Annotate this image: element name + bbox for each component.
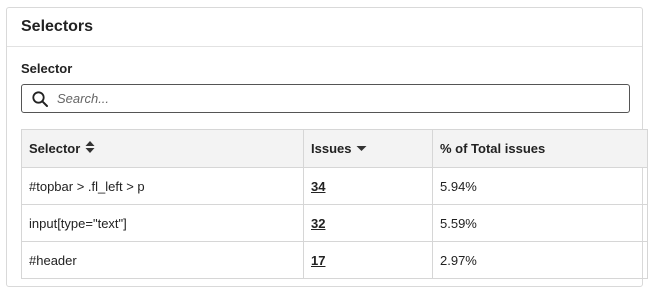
selector-filter-label: Selector bbox=[21, 61, 73, 76]
selectors-panel: Selectors Selector Selector bbox=[6, 7, 648, 287]
issues-link[interactable]: 17 bbox=[311, 253, 325, 268]
selectors-table: Selector Issues % of Total issues #topba… bbox=[21, 129, 648, 279]
percent-cell: 2.97% bbox=[432, 241, 648, 279]
percent-cell: 5.94% bbox=[432, 167, 648, 205]
issues-cell: 34 bbox=[303, 167, 433, 205]
column-header-issues-label: Issues bbox=[311, 141, 352, 156]
column-header-selector[interactable]: Selector bbox=[21, 129, 304, 168]
selector-cell: #header bbox=[21, 241, 304, 279]
search-icon bbox=[31, 90, 49, 108]
sort-desc-icon[interactable] bbox=[356, 140, 367, 157]
column-header-issues[interactable]: Issues bbox=[303, 129, 433, 168]
search-box[interactable] bbox=[21, 84, 630, 113]
table-row: input[type="text"] 32 5.59% bbox=[21, 204, 648, 242]
table-row: #topbar > .fl_left > p 34 5.94% bbox=[21, 167, 648, 205]
selector-cell: #topbar > .fl_left > p bbox=[21, 167, 304, 205]
column-header-selector-label: Selector bbox=[29, 141, 81, 156]
panel-title: Selectors bbox=[7, 8, 642, 47]
issues-link[interactable]: 34 bbox=[311, 179, 325, 194]
table-header-row: Selector Issues % of Total issues bbox=[21, 129, 648, 168]
table-row: #header 17 2.97% bbox=[21, 241, 648, 279]
column-header-percent[interactable]: % of Total issues bbox=[432, 129, 648, 168]
search-input[interactable] bbox=[57, 91, 617, 106]
percent-cell: 5.59% bbox=[432, 204, 648, 242]
issues-cell: 17 bbox=[303, 241, 433, 279]
issues-cell: 32 bbox=[303, 204, 433, 242]
issues-link[interactable]: 32 bbox=[311, 216, 325, 231]
selector-cell: input[type="text"] bbox=[21, 204, 304, 242]
sortable-icon[interactable] bbox=[85, 140, 95, 157]
column-header-percent-label: % of Total issues bbox=[440, 141, 546, 156]
